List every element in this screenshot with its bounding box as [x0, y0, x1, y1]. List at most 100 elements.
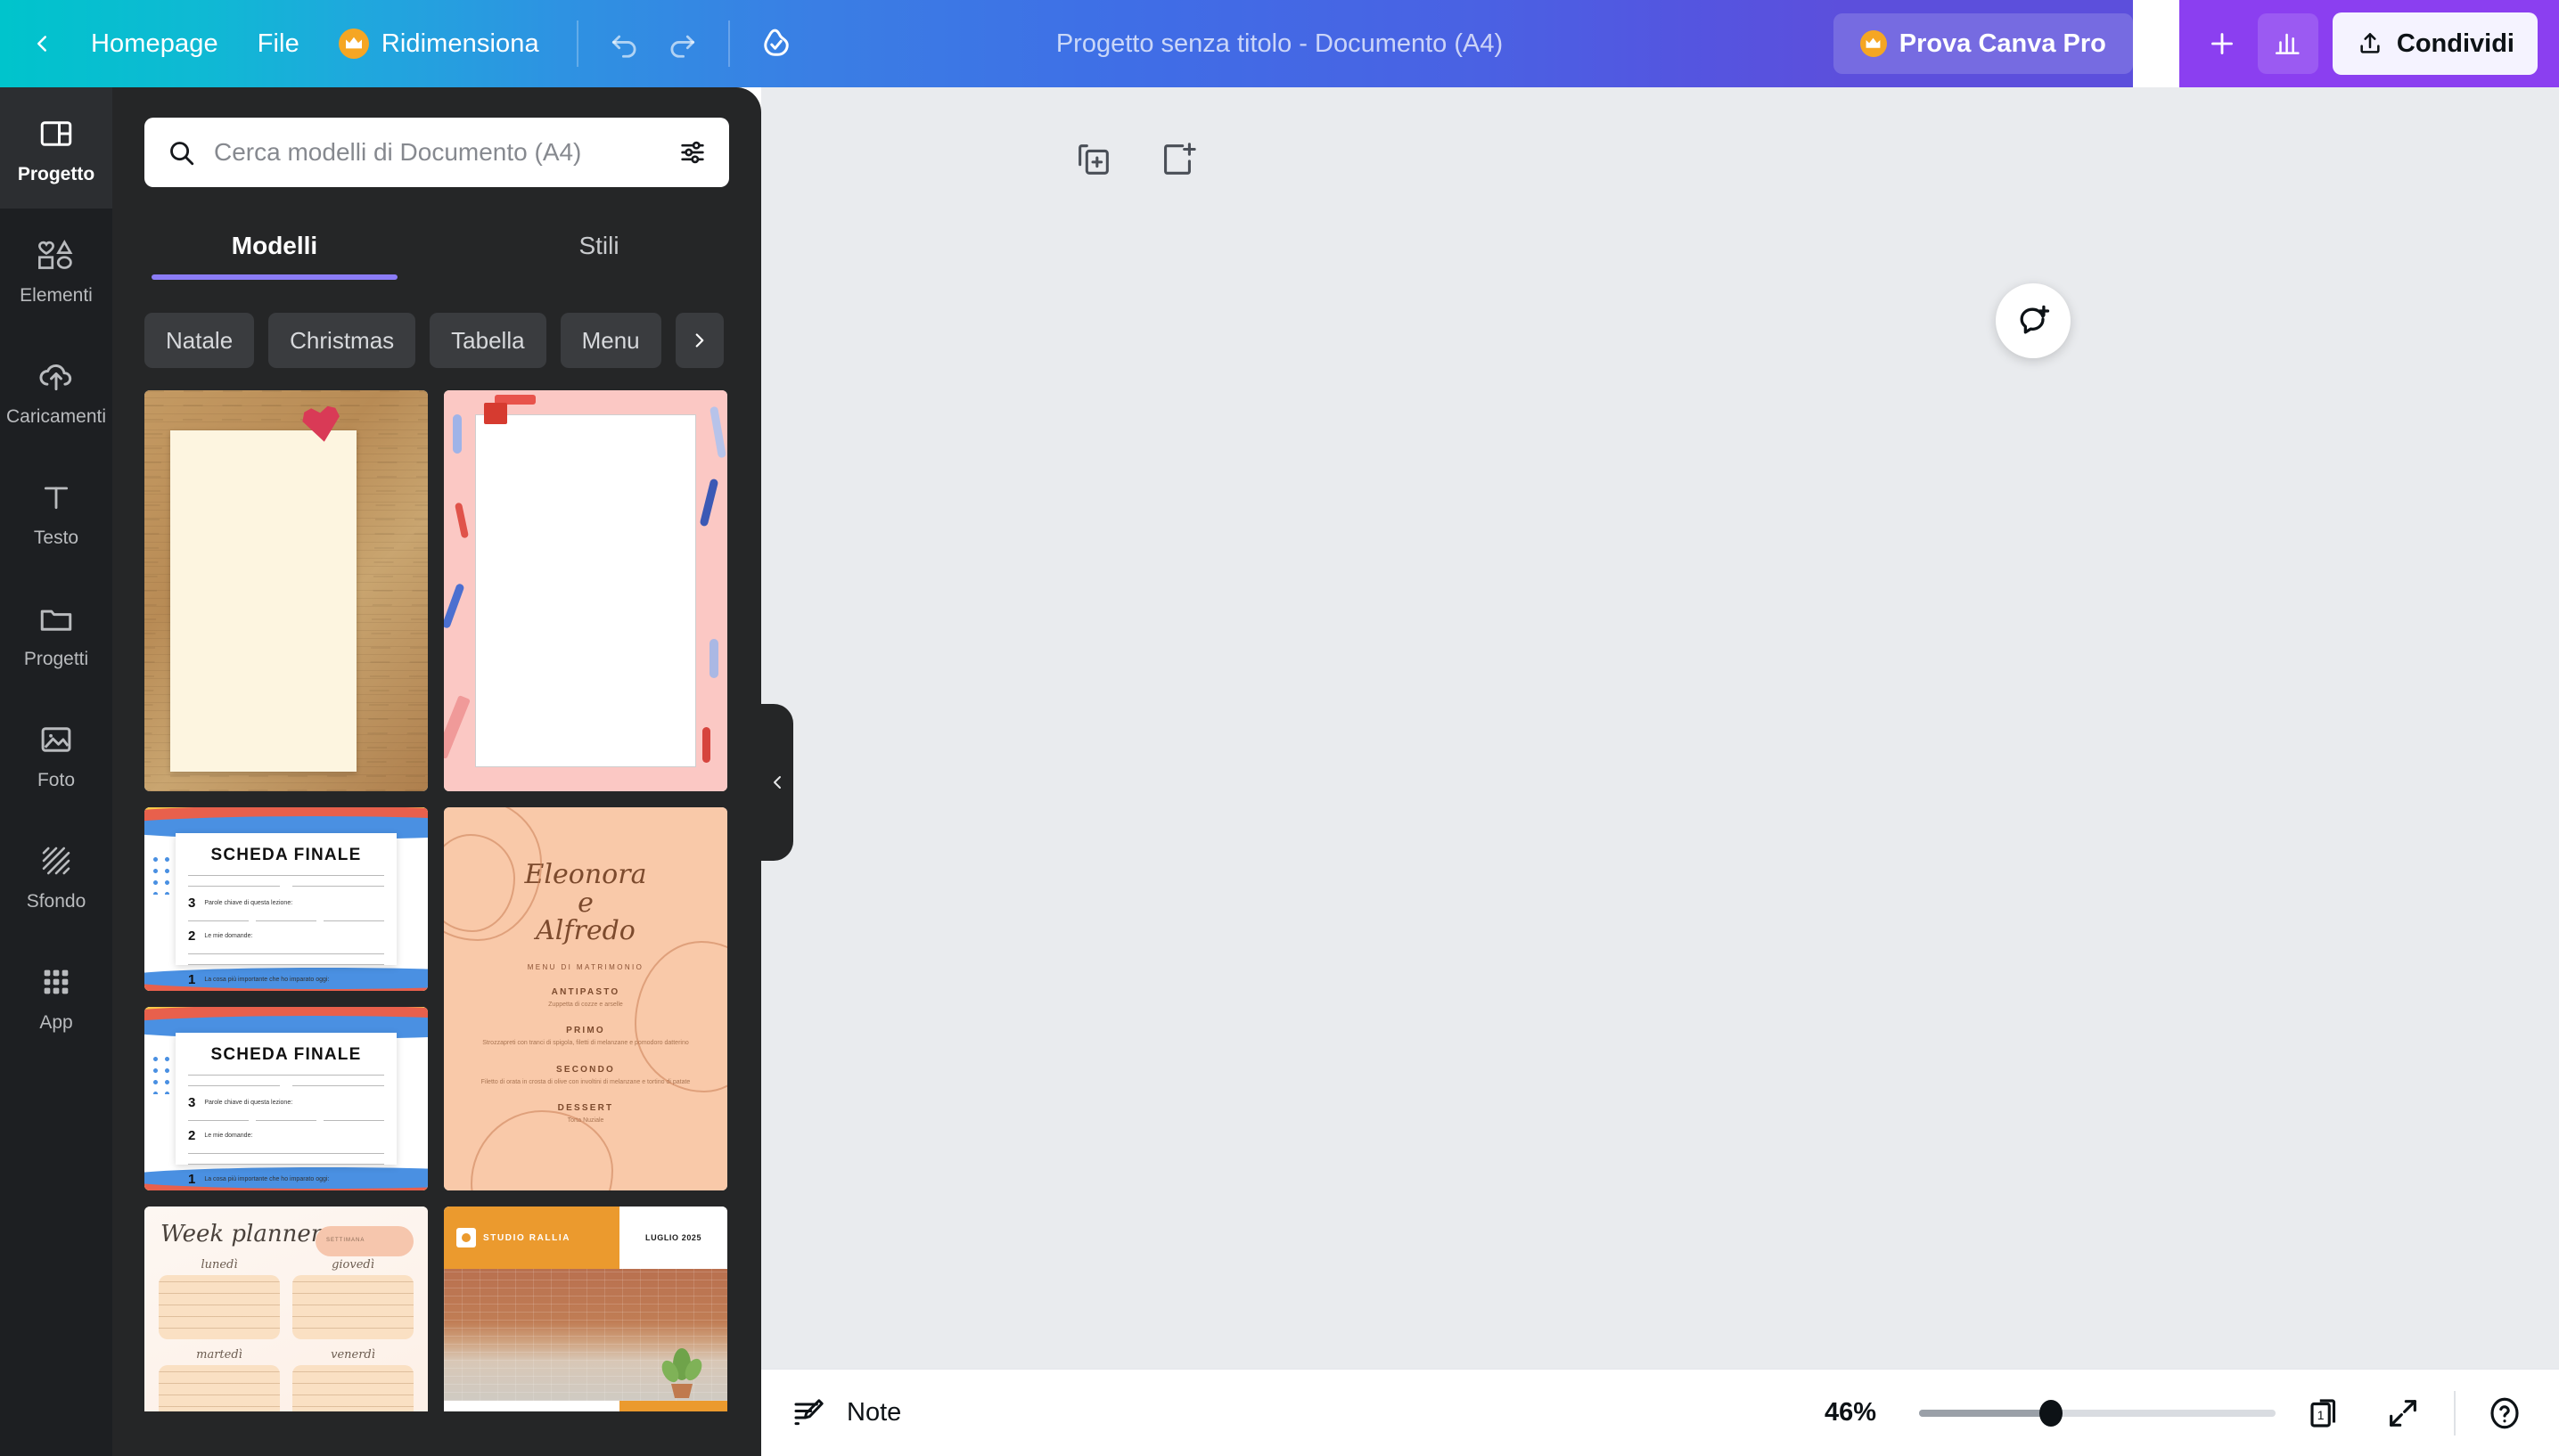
day-box [292, 1365, 414, 1411]
bar-chart-icon [2275, 33, 2300, 54]
sidebar-item-progetti[interactable]: Progetti [0, 572, 112, 693]
page-manager-button[interactable]: 1 [2295, 1384, 2354, 1443]
white-sheet [474, 414, 696, 767]
layout-panel-icon [36, 113, 77, 154]
try-canva-pro-button[interactable]: Prova Canva Pro [1833, 13, 2133, 74]
template-grid: SCHEDA FINALE 3 Parole chiave di questa … [112, 378, 761, 1411]
insights-button[interactable] [2257, 13, 2318, 74]
worksheet-card: SCHEDA FINALE 3 Parole chiave di questa … [175, 832, 397, 987]
search-box[interactable] [144, 118, 729, 187]
row-text: Parole chiave di questa lezione: [204, 899, 293, 906]
add-button[interactable] [2192, 13, 2252, 74]
planner-week-pill: SETTIMANA [316, 1226, 414, 1256]
scheda-art-1: SCHEDA FINALE 3 Parole chiave di questa … [144, 807, 428, 991]
field-line-data [187, 885, 280, 887]
zoom-slider-knob[interactable] [2039, 1399, 2063, 1427]
zoom-slider[interactable] [1919, 1399, 2276, 1427]
worksheet-card: SCHEDA FINALE 3 Parole chiave di questa … [175, 1032, 397, 1187]
sidebar-item-caricamenti[interactable]: Caricamenti [0, 330, 112, 451]
tab-stili[interactable]: Stili [437, 210, 761, 280]
template-card-vintage-heart-letter[interactable] [144, 390, 428, 791]
sidebar-item-app[interactable]: App [0, 936, 112, 1057]
proposal-headline: Migliorare i contatti [444, 1401, 619, 1411]
template-card-scheda-finale-worksheet-2[interactable]: SCHEDA FINALE 3 Parole chiave di questa … [144, 1007, 428, 1190]
row-text: La cosa più importante che ho imparato o… [204, 1175, 330, 1182]
day-label: martedì [196, 1348, 242, 1362]
paperclip-shape [452, 414, 462, 454]
chips-next-button[interactable] [675, 313, 724, 368]
chip-tabella[interactable]: Tabella [430, 313, 546, 368]
folder-icon [36, 598, 77, 639]
back-button[interactable] [16, 0, 68, 87]
row-number: 2 [187, 1127, 196, 1143]
duplicate-page-icon [1079, 144, 1109, 175]
chip-natale[interactable]: Natale [144, 313, 255, 368]
sidebar-item-label: Progetti [23, 648, 89, 669]
template-card-studio-rallia-proposal[interactable]: STUDIO RALLIA LUGLIO 2025 [444, 1207, 727, 1411]
add-comment-icon [2020, 305, 2050, 334]
row-number: 3 [187, 895, 196, 911]
sidebar-item-elementi[interactable]: Elementi [0, 209, 112, 330]
tab-label: Modelli [231, 232, 318, 259]
template-card-scheda-finale-worksheet-1[interactable]: SCHEDA FINALE 3 Parole chiave di questa … [144, 807, 428, 991]
template-card-week-planner[interactable]: Week planner SETTIMANA lunedì giovedì ma… [144, 1207, 428, 1411]
search-icon [170, 142, 194, 166]
document-title-text: Progetto senza titolo - Documento (A4) [1055, 29, 1504, 58]
proposal-date: LUGLIO 2025 [645, 1233, 702, 1243]
chip-label: Christmas [290, 326, 395, 354]
chip-menu[interactable]: Menu [560, 313, 661, 368]
day-label: lunedì [201, 1258, 238, 1272]
scheda-art-2: SCHEDA FINALE 3 Parole chiave di questa … [144, 1007, 428, 1190]
cloud-check-icon [763, 29, 789, 56]
file-menu-button[interactable]: File [238, 17, 319, 70]
sidebar-item-sfondo[interactable]: Sfondo [0, 814, 112, 936]
expand-icon [2390, 1399, 2416, 1427]
chip-christmas[interactable]: Christmas [268, 313, 416, 368]
image-icon [36, 719, 77, 760]
resize-button[interactable]: Ridimensiona [319, 17, 559, 70]
top-toolbar-right: Condividi [2178, 0, 2559, 87]
template-card-pink-stationery-frame[interactable] [444, 390, 727, 791]
share-button[interactable]: Condividi [2332, 12, 2538, 75]
help-circle-icon [2490, 1397, 2519, 1428]
chip-label: Natale [166, 326, 234, 354]
cactus-plant-icon [661, 1347, 701, 1398]
text-t-icon [36, 477, 77, 518]
redo-button[interactable] [653, 15, 710, 72]
sliders-icon[interactable] [677, 137, 708, 168]
zoom-slider-fill [1919, 1409, 2051, 1417]
search-input[interactable] [214, 138, 660, 167]
homepage-button[interactable]: Homepage [71, 17, 238, 70]
row-number: 1 [187, 1171, 196, 1187]
resize-label: Ridimensiona [381, 29, 539, 58]
sidebar-item-label: Caricamenti [5, 405, 107, 427]
sidebar-item-testo[interactable]: Testo [0, 451, 112, 572]
fullscreen-button[interactable] [2374, 1384, 2432, 1443]
templates-panel: Modelli Stili Natale Christmas Tabella M… [112, 87, 761, 1456]
add-page-button[interactable] [1153, 135, 1202, 184]
help-button[interactable] [2475, 1384, 2534, 1443]
undo-button[interactable] [596, 15, 653, 72]
toolbar-divider-2 [727, 20, 730, 67]
proposal-brand-band: STUDIO RALLIA [444, 1207, 620, 1270]
collapse-panel-button[interactable] [761, 704, 793, 861]
file-label: File [257, 29, 299, 58]
binder-clip-icon [483, 402, 507, 424]
panel-tabs: Modelli Stili [112, 210, 761, 280]
duplicate-page-button[interactable] [1070, 135, 1118, 184]
sidebar-item-progetto[interactable]: Progetto [0, 87, 112, 209]
add-comment-button[interactable] [1996, 283, 2071, 358]
plus-icon [2210, 33, 2233, 54]
template-card-wedding-menu-eleonora-alfredo[interactable]: Eleonora e Alfredo MENU DI MATRIMONIO AN… [444, 807, 727, 1190]
day-box [159, 1275, 280, 1339]
saved-status-button[interactable] [748, 15, 805, 72]
notes-button[interactable]: Note [791, 1395, 901, 1431]
sidebar-item-foto[interactable]: Foto [0, 693, 112, 814]
day-label: giovedì [332, 1258, 374, 1272]
row-number: 3 [187, 1094, 196, 1110]
tab-modelli[interactable]: Modelli [112, 210, 437, 280]
zoom-level-label: 46% [1824, 1398, 1876, 1427]
sidebar-item-label: Foto [37, 769, 76, 790]
pen-shape [444, 583, 465, 629]
bottom-toolbar: Note 46% 1 [761, 1369, 2559, 1456]
